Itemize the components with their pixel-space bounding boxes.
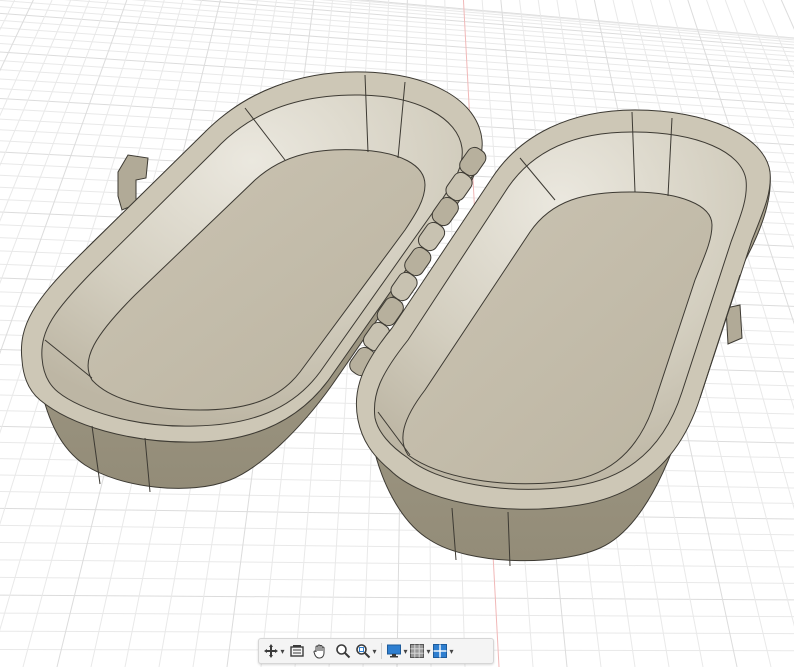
grid-line <box>0 541 794 552</box>
grid-line <box>0 576 794 584</box>
look-at-button[interactable] <box>286 641 308 661</box>
zoom-window-button[interactable]: ▾ <box>355 641 377 661</box>
3d-viewport[interactable] <box>0 0 794 667</box>
chevron-down-icon: ▾ <box>403 646 408 656</box>
look-at-icon <box>290 645 304 657</box>
zoom-window-icon <box>356 644 371 659</box>
chevron-down-icon: ▾ <box>426 646 431 656</box>
viewports-icon <box>433 644 448 658</box>
grid-line <box>0 594 794 601</box>
display-settings-icon <box>387 644 402 658</box>
viewports-button[interactable]: ▾ <box>432 641 454 661</box>
navigation-toolbar: ▾ ▾ ▾ ▾ ▾ <box>258 638 494 664</box>
zoom-icon <box>336 644 351 659</box>
orbit-button[interactable]: ▾ <box>263 641 285 661</box>
grid-line <box>0 559 794 568</box>
chevron-down-icon: ▾ <box>449 646 454 656</box>
grid-settings-icon <box>410 644 425 658</box>
grid-line <box>0 524 794 536</box>
orbit-icon <box>264 644 279 658</box>
pan-button[interactable] <box>309 641 331 661</box>
toolbar-divider <box>381 643 382 659</box>
grid-settings-button[interactable]: ▾ <box>409 641 431 661</box>
viewport-canvas <box>0 0 794 667</box>
grid-line <box>0 612 794 618</box>
zoom-button[interactable] <box>332 641 354 661</box>
chevron-down-icon: ▾ <box>372 646 377 656</box>
grid-line <box>190 0 794 49</box>
pan-hand-icon <box>313 644 325 659</box>
chevron-down-icon: ▾ <box>280 646 285 656</box>
grid-line <box>0 630 794 635</box>
grid-line <box>131 0 794 53</box>
display-settings-button[interactable]: ▾ <box>386 641 408 661</box>
